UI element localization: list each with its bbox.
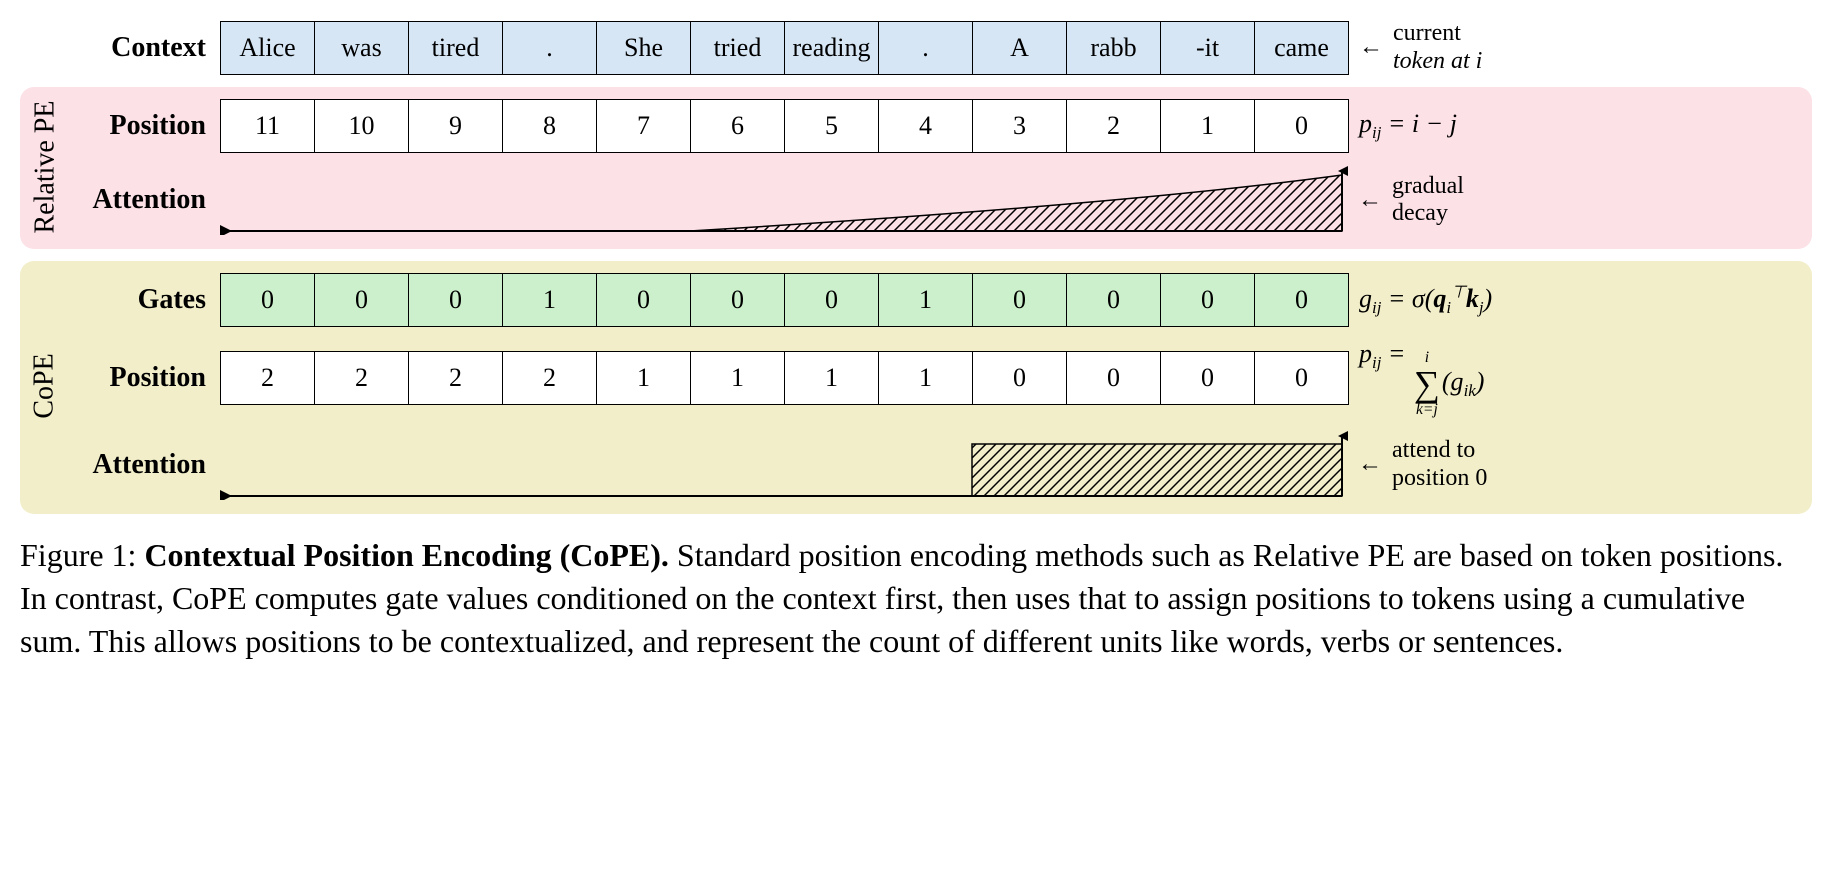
cope-gate-cells-cell: 1: [502, 273, 597, 327]
context-cells-cell: .: [502, 21, 597, 75]
cope-gate-cells: 000100010000: [220, 273, 1349, 327]
cope-position-cells: 222211110000: [220, 351, 1349, 405]
cope-gate-cells-cell: 0: [314, 273, 409, 327]
cope-attention-chart: [220, 430, 1348, 500]
context-cells-cell: rabb: [1066, 21, 1161, 75]
cope-pos-cells-cell: 1: [690, 351, 785, 405]
relpe-pos-cells-cell: 6: [690, 99, 785, 153]
cope-gates-label: Gates: [70, 284, 220, 316]
cope-pos-cells-cell: 0: [1066, 351, 1161, 405]
relpe-pos-cells-cell: 1: [1160, 99, 1255, 153]
relpe-attention-label: Attention: [70, 184, 220, 216]
cope-gates-formula: gij = σ(qi⊤kj): [1359, 282, 1492, 319]
context-cells-cell: -it: [1160, 21, 1255, 75]
cope-gate-cells-cell: 0: [1254, 273, 1349, 327]
cope-attention-label: Attention: [70, 449, 220, 481]
relpe-pos-cells-cell: 11: [220, 99, 315, 153]
cope-pos-cells-cell: 2: [502, 351, 597, 405]
cope-pos-cells-cell: 1: [784, 351, 879, 405]
relpe-pos-cells-cell: 5: [784, 99, 879, 153]
relpe-position-cells: 11109876543210: [220, 99, 1349, 153]
cope-gate-cells-cell: 0: [1160, 273, 1255, 327]
context-cells-cell: Alice: [220, 21, 315, 75]
arrow-left-icon: ←: [1359, 34, 1383, 61]
relpe-pos-cells-cell: 9: [408, 99, 503, 153]
cope-attention-annot: ← attend to position 0: [1348, 437, 1487, 492]
cope-pos-cells-cell: 0: [1254, 351, 1349, 405]
cope-side-label: CoPE: [29, 354, 61, 419]
relpe-pos-cells-cell: 10: [314, 99, 409, 153]
cope-gate-cells-cell: 1: [878, 273, 973, 327]
cope-gate-cells-cell: 0: [220, 273, 315, 327]
cope-gate-cells-cell: 0: [690, 273, 785, 327]
cope-pos-cells-cell: 1: [596, 351, 691, 405]
context-cells-cell: reading: [784, 21, 879, 75]
cope-gate-cells-cell: 0: [972, 273, 1067, 327]
relpe-pos-formula: pij = i − j: [1359, 109, 1457, 143]
context-cells: Alicewastired.Shetriedreading.Arabb-itca…: [220, 21, 1349, 75]
relpe-pos-cells-cell: 7: [596, 99, 691, 153]
cope-pos-cells-cell: 2: [220, 351, 315, 405]
diagram-root: Context Alicewastired.Shetriedreading.Ar…: [20, 20, 1812, 514]
relpe-pos-cells-cell: 0: [1254, 99, 1349, 153]
relpe-position-label: Position: [70, 110, 220, 142]
relpe-attention-annot: ← gradual decay: [1348, 173, 1464, 228]
arrow-left-icon: ←: [1358, 451, 1382, 478]
context-label: Context: [70, 32, 220, 64]
cope-pos-cells-cell: 1: [878, 351, 973, 405]
cope-pos-cells-cell: 0: [1160, 351, 1255, 405]
relpe-pos-cells-cell: 3: [972, 99, 1067, 153]
relpe-attention-chart: [220, 165, 1348, 235]
relpe-pos-cells-cell: 2: [1066, 99, 1161, 153]
relative-pe-panel: Relative PE Position 11109876543210 pij …: [20, 87, 1812, 249]
relpe-pos-cells-cell: 4: [878, 99, 973, 153]
cope-pos-cells-cell: 2: [314, 351, 409, 405]
context-row: Context Alicewastired.Shetriedreading.Ar…: [20, 20, 1812, 75]
relative-pe-side-label: Relative PE: [29, 101, 61, 234]
arrow-left-icon: ←: [1358, 187, 1382, 214]
cope-position-label: Position: [70, 362, 220, 394]
context-cells-cell: .: [878, 21, 973, 75]
cope-pos-formula: pij = i ∑ k=j (gik): [1359, 339, 1484, 418]
figure-caption: Figure 1: Contextual Position Encoding (…: [20, 534, 1812, 664]
context-annot: ← current token at i: [1349, 20, 1482, 75]
cope-panel: CoPE Gates 000100010000 gij = σ(qi⊤kj) P…: [20, 261, 1812, 514]
cope-pos-cells-cell: 2: [408, 351, 503, 405]
cope-gate-cells-cell: 0: [1066, 273, 1161, 327]
context-cells-cell: was: [314, 21, 409, 75]
context-cells-cell: tired: [408, 21, 503, 75]
cope-pos-cells-cell: 0: [972, 351, 1067, 405]
cope-gate-cells-cell: 0: [596, 273, 691, 327]
context-cells-cell: She: [596, 21, 691, 75]
context-cells-cell: tried: [690, 21, 785, 75]
relpe-pos-cells-cell: 8: [502, 99, 597, 153]
cope-gate-cells-cell: 0: [408, 273, 503, 327]
context-cells-cell: A: [972, 21, 1067, 75]
cope-gate-cells-cell: 0: [784, 273, 879, 327]
context-cells-cell: came: [1254, 21, 1349, 75]
